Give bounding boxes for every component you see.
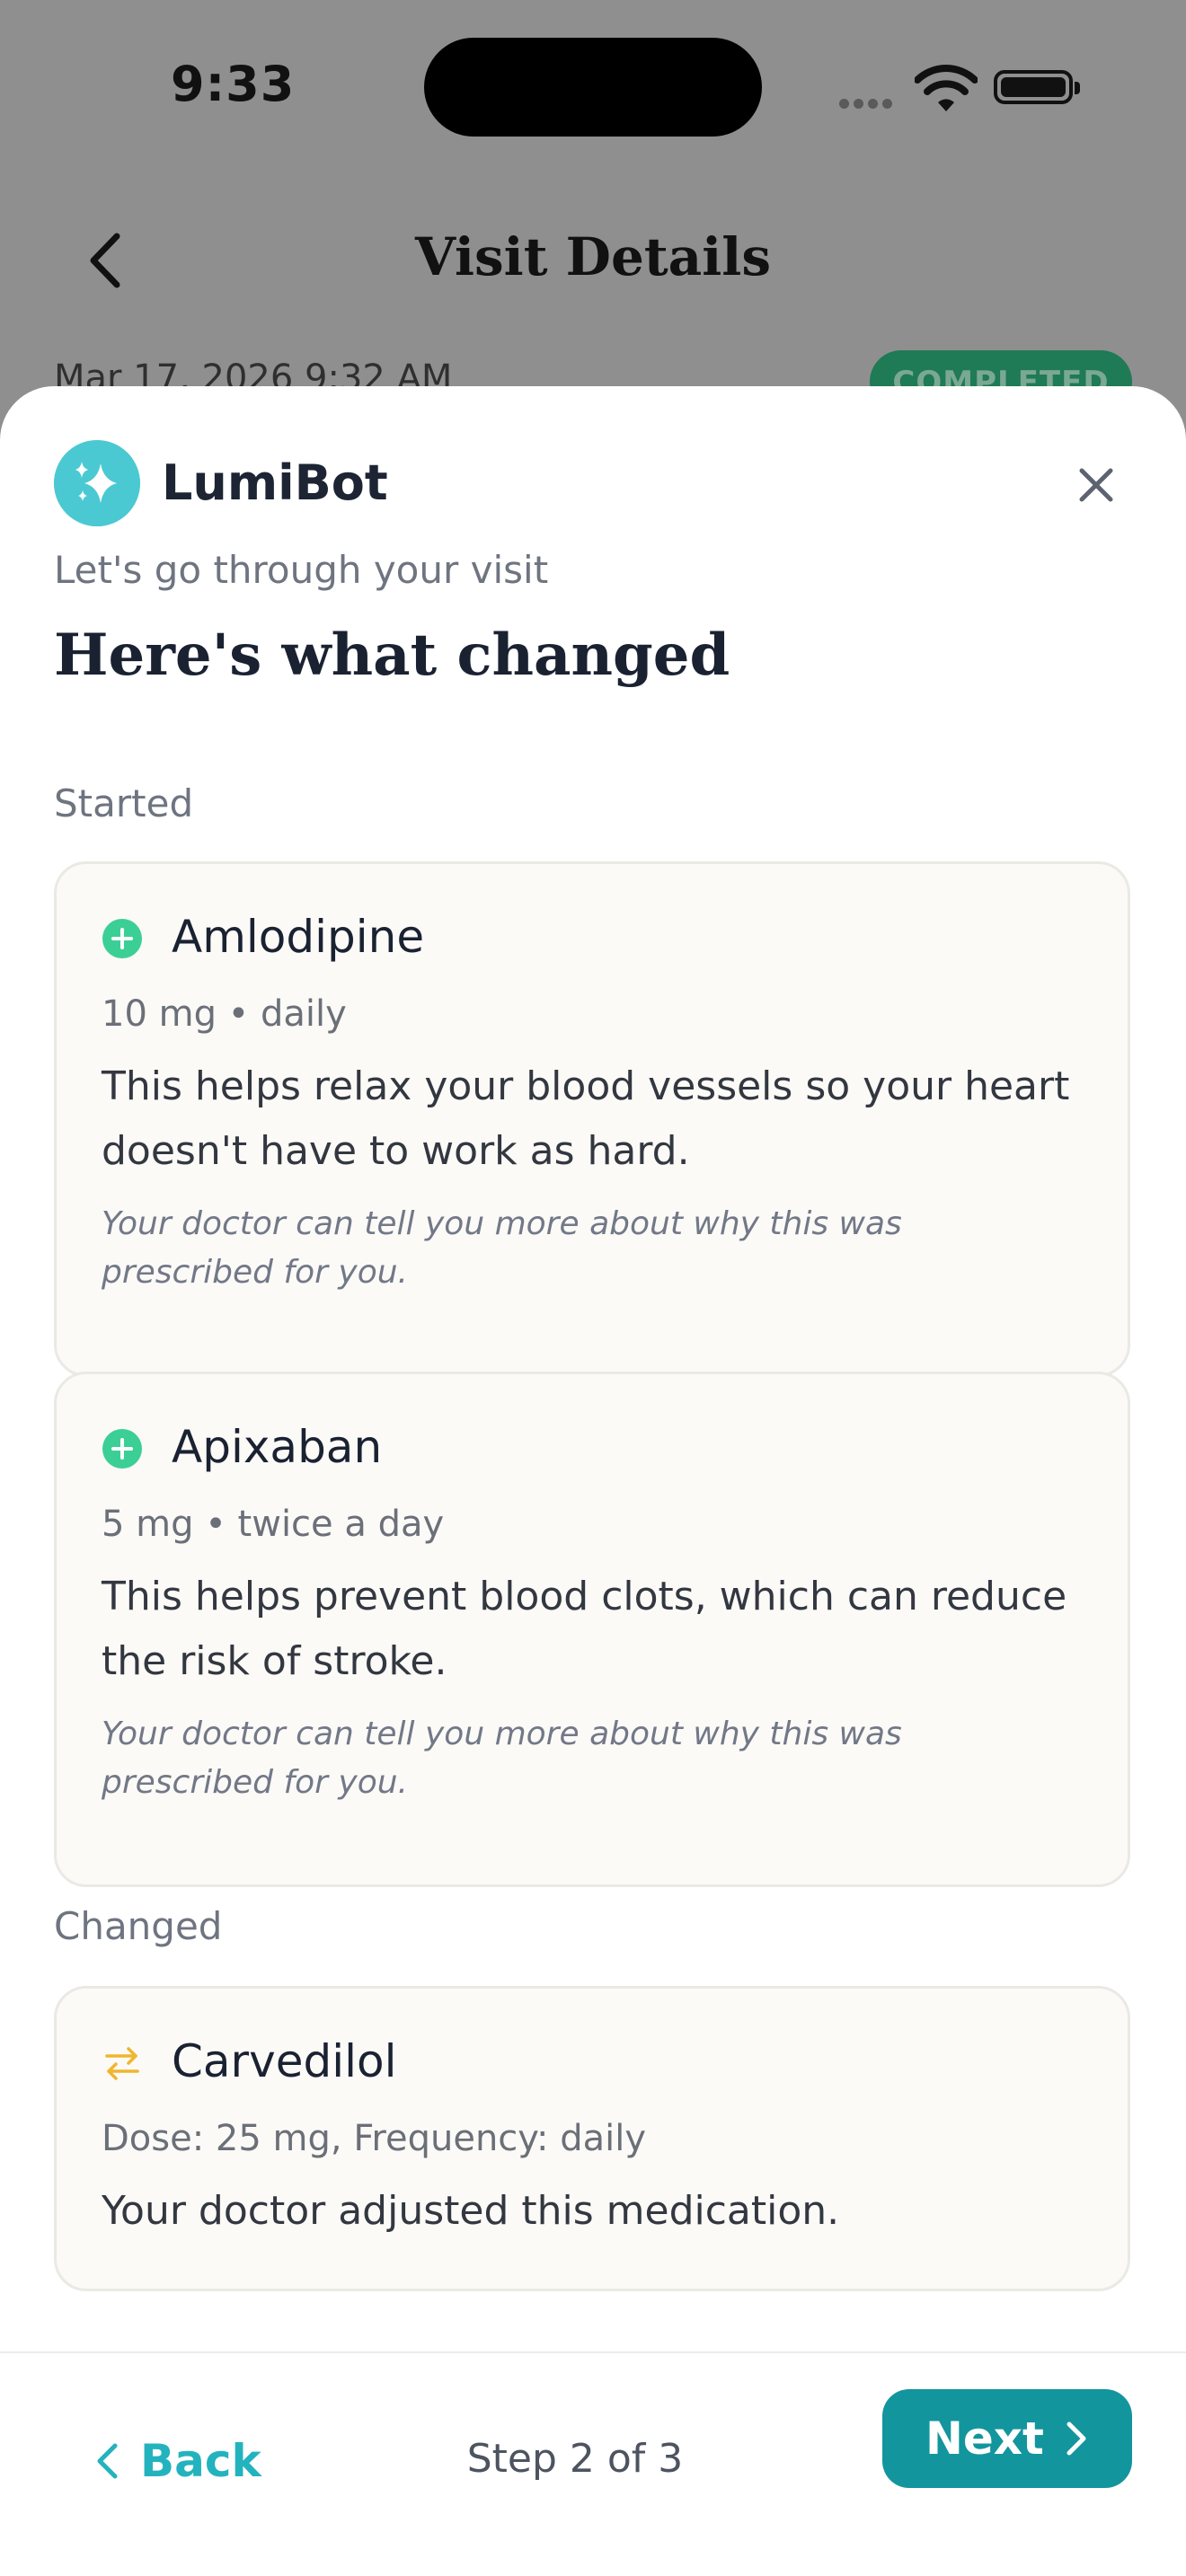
medication-note: Your doctor can tell you more about why … bbox=[102, 1205, 902, 1291]
section-label-changed: Changed bbox=[54, 1904, 223, 1948]
status-bar: 9:33 bbox=[0, 0, 1186, 171]
dynamic-island bbox=[424, 38, 762, 137]
status-time: 9:33 bbox=[171, 56, 296, 112]
section-label-started: Started bbox=[54, 781, 194, 825]
medication-name: Carvedilol bbox=[172, 2035, 397, 2087]
page-title: Visit Details bbox=[415, 226, 771, 287]
next-button[interactable]: Next bbox=[882, 2389, 1132, 2488]
lumibot-sheet: LumiBot Let's go through your visit Here… bbox=[0, 386, 1186, 2576]
sparkle-icon bbox=[54, 440, 140, 526]
medication-name: Amlodipine bbox=[172, 911, 425, 963]
medication-card: Carvedilol Dose: 25 mg, Frequency: daily… bbox=[54, 1986, 1130, 2291]
close-icon[interactable] bbox=[1069, 458, 1123, 512]
plus-circle-icon bbox=[102, 919, 142, 958]
battery-icon bbox=[994, 70, 1080, 104]
plus-circle-icon bbox=[102, 1429, 142, 1469]
cellular-signal-icon bbox=[839, 95, 897, 112]
sheet-subtitle: Let's go through your visit bbox=[54, 548, 549, 592]
medication-description: This helps relax your blood vessels so y… bbox=[102, 1063, 1070, 1174]
bot-name: LumiBot bbox=[162, 454, 388, 511]
medication-card: Amlodipine 10 mg • daily This helps rela… bbox=[54, 861, 1130, 1377]
chevron-right-icon bbox=[1067, 2422, 1086, 2456]
medication-dose: Dose: 25 mg, Frequency: daily bbox=[102, 2118, 647, 2159]
swap-arrows-icon bbox=[105, 2047, 139, 2080]
medication-description: This helps prevent blood clots, which ca… bbox=[102, 1574, 1067, 1684]
medication-dose: 5 mg • twice a day bbox=[102, 1504, 445, 1545]
sheet-footer: Back Step 2 of 3 Next bbox=[0, 2351, 1186, 2576]
medication-card: Apixaban 5 mg • twice a day This helps p… bbox=[54, 1372, 1130, 1887]
medication-description: Your doctor adjusted this medication. bbox=[102, 2188, 840, 2234]
wifi-icon bbox=[915, 65, 978, 111]
sheet-heading: Here's what changed bbox=[54, 622, 730, 689]
medication-dose: 10 mg • daily bbox=[102, 993, 347, 1035]
next-button-label: Next bbox=[925, 2413, 1044, 2465]
medication-note: Your doctor can tell you more about why … bbox=[102, 1716, 902, 1801]
medication-name: Apixaban bbox=[172, 1421, 383, 1473]
